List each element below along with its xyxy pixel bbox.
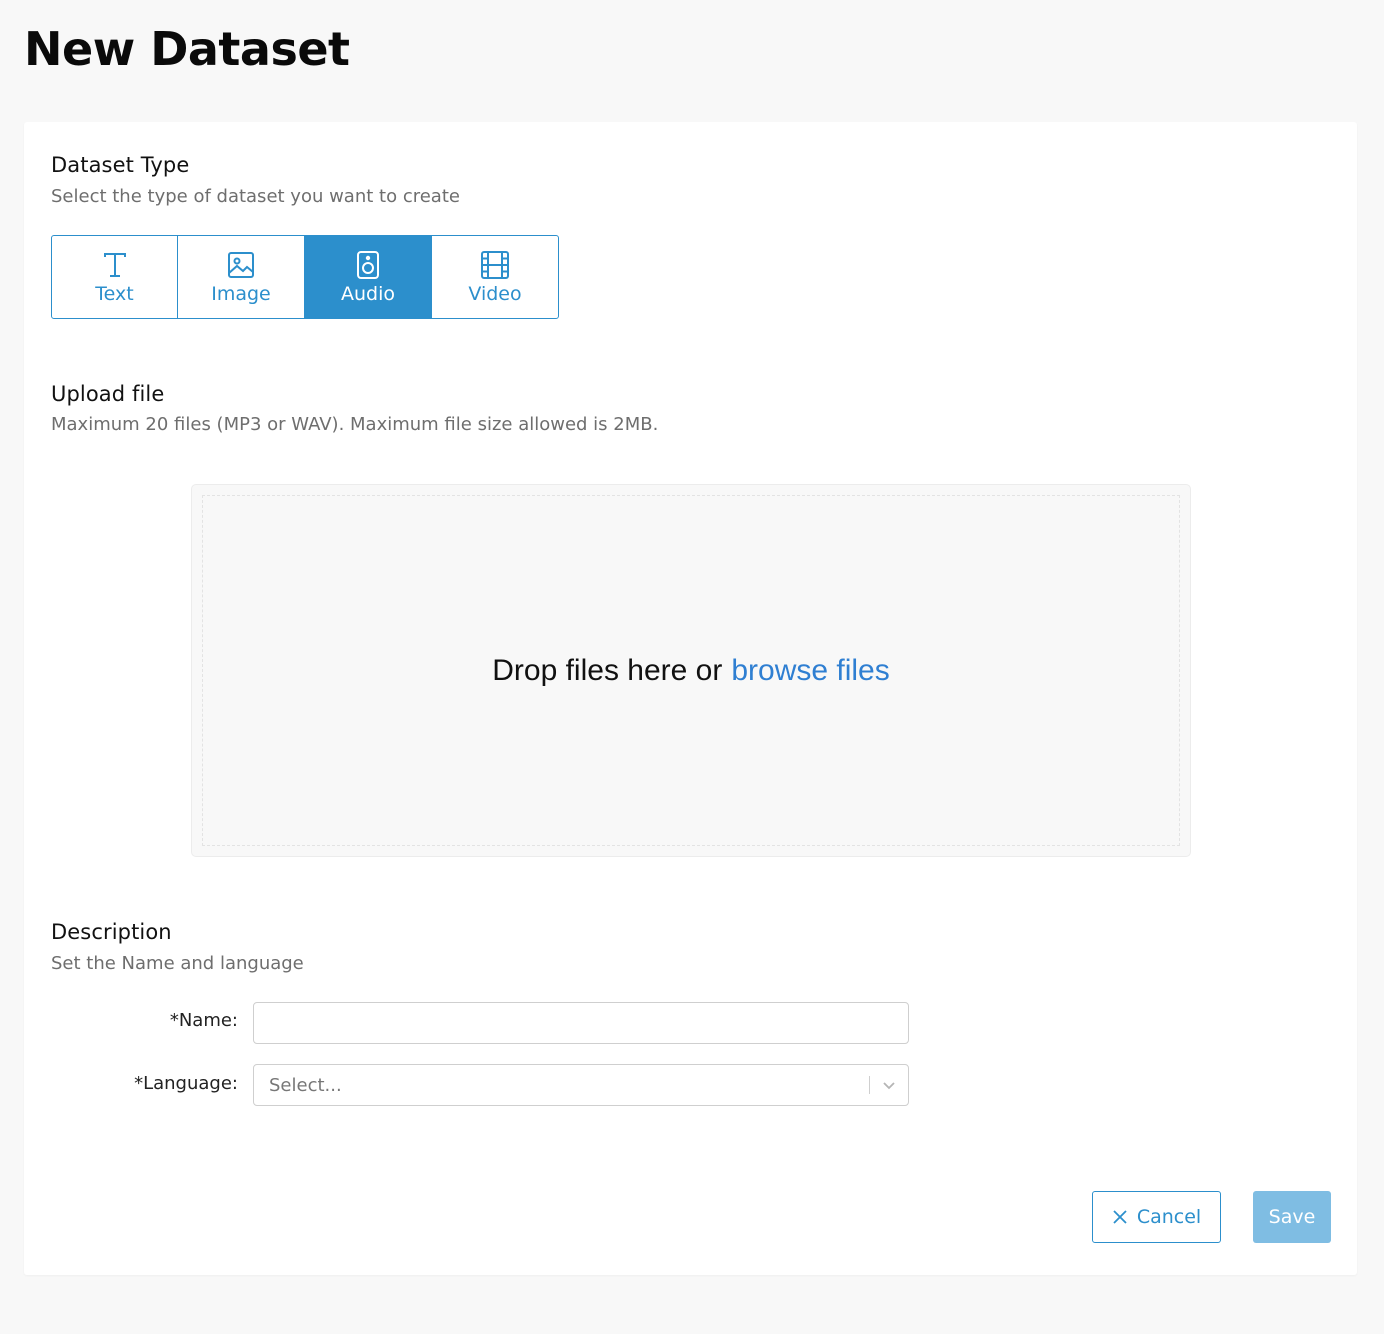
type-option-label: Text: [95, 283, 134, 305]
dataset-type-subtitle: Select the type of dataset you want to c…: [51, 186, 460, 207]
language-dropdown-toggle[interactable]: [870, 1065, 908, 1105]
type-option-label: Audio: [340, 283, 395, 305]
new-dataset-form-card: Dataset Type Select the type of dataset …: [24, 122, 1357, 1275]
speaker-icon: [357, 251, 379, 279]
cancel-label: Cancel: [1136, 1206, 1202, 1228]
name-label: *Name:: [169, 1010, 238, 1031]
dataset-type-selector: Text Image Audio Video: [51, 235, 559, 319]
type-option-audio[interactable]: Audio: [304, 235, 432, 319]
film-icon: [481, 251, 509, 279]
language-select-placeholder: Select...: [269, 1074, 342, 1096]
description-subtitle: Set the Name and language: [51, 953, 304, 974]
browse-files-link[interactable]: browse files: [731, 654, 889, 688]
dataset-type-title: Dataset Type: [51, 153, 190, 177]
type-option-video[interactable]: Video: [431, 235, 559, 319]
language-label: *Language:: [134, 1073, 238, 1094]
cancel-button[interactable]: Cancel: [1092, 1191, 1221, 1243]
drop-text: Drop files here or: [492, 653, 723, 687]
name-input[interactable]: [253, 1002, 909, 1044]
image-icon: [228, 252, 254, 278]
type-option-label: Image: [211, 283, 271, 305]
file-dropzone[interactable]: Drop files here or browse files: [191, 484, 1191, 857]
chevron-down-icon: [883, 1082, 895, 1090]
type-option-image[interactable]: Image: [177, 235, 305, 319]
text-icon: [103, 253, 126, 277]
page-title: New Dataset: [24, 22, 350, 76]
language-select[interactable]: Select...: [253, 1064, 909, 1106]
upload-title: Upload file: [51, 382, 165, 406]
save-button[interactable]: Save: [1253, 1191, 1331, 1243]
description-title: Description: [51, 920, 172, 944]
close-icon: [1113, 1210, 1127, 1224]
type-option-label: Video: [468, 283, 522, 305]
type-option-text[interactable]: Text: [51, 235, 178, 319]
dropzone-area[interactable]: Drop files here or browse files: [202, 495, 1180, 846]
upload-subtitle: Maximum 20 files (MP3 or WAV). Maximum f…: [51, 414, 659, 435]
